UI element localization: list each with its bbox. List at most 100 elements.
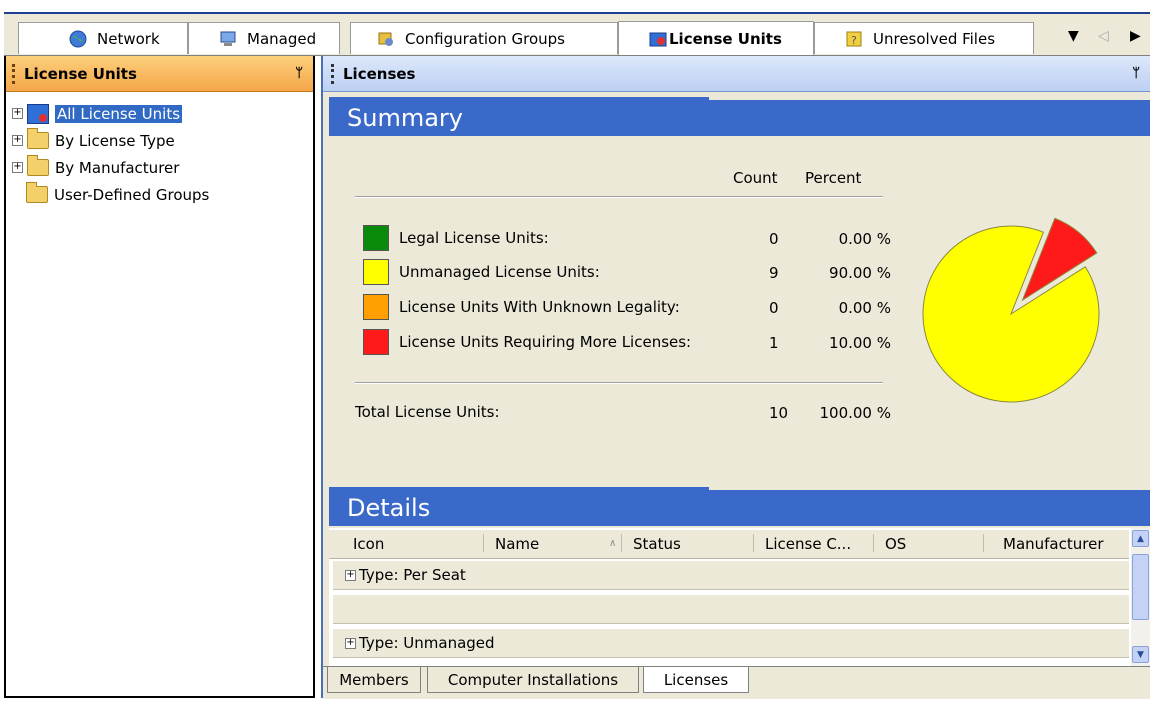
summary-row-unmanaged: Unmanaged License Units: [363,258,729,286]
license-tree: + All License Units + By License Type + … [12,100,209,208]
application-window: Network Managed Configuration Groups Lic… [0,0,1154,701]
summary-count: 1 [769,334,779,352]
column-separator[interactable] [621,534,622,552]
summary-heading: Summary [329,97,1150,136]
column-separator[interactable] [753,534,754,552]
divider [355,196,883,198]
group-label: Type: Per Seat [359,566,466,584]
sort-ascending-icon: ∧ [609,538,617,549]
tab-computer-installations[interactable]: Computer Installations [427,667,639,693]
tree-item-all-license-units[interactable]: + All License Units [12,100,209,127]
tab-unresolved-files[interactable]: ? Unresolved Files [814,22,1034,54]
grip-icon[interactable] [331,63,337,84]
details-table: Icon Name ∧ Status License C... OS Manuf… [329,528,1150,666]
group-row-unmanaged[interactable]: + Type: Unmanaged [333,628,1129,658]
tree-item-by-license-type[interactable]: + By License Type [12,127,209,154]
group-row-per-seat[interactable]: + Type: Per Seat [333,560,1129,590]
details-vertical-scrollbar[interactable]: ▲ ▼ [1131,528,1150,666]
tab-configuration-groups-label: Configuration Groups [405,29,565,48]
license-units-panel: License Units ᛘ + All License Units + By… [4,56,315,698]
expand-icon[interactable]: + [12,108,23,119]
legend-swatch [363,259,389,285]
folder-icon [26,182,48,203]
expand-icon[interactable]: + [345,637,356,649]
summary-label: License Units Requiring More Licenses: [399,333,692,351]
svg-text:?: ? [851,34,857,47]
group-row-empty [333,594,1129,624]
scroll-thumb[interactable] [1132,554,1149,620]
tab-members[interactable]: Members [327,667,421,693]
column-header-icon[interactable]: Icon [353,535,384,553]
tree-item-label: All License Units [55,104,183,123]
tab-managed[interactable]: Managed [188,22,340,54]
column-header-os[interactable]: OS [885,535,906,553]
legend-swatch [363,294,389,320]
tab-network-label: Network [97,29,160,48]
details-heading: Details [329,487,1150,526]
grip-icon[interactable] [12,63,18,84]
column-separator[interactable] [873,534,874,552]
column-header-license-count[interactable]: License C... [765,535,851,553]
tab-list-dropdown-icon[interactable]: ▼ [1068,28,1079,44]
pin-icon[interactable]: ᛘ [295,66,303,81]
right-panel-title: Licenses [343,64,416,83]
scroll-right-icon[interactable]: ▶ [1130,28,1141,44]
summary-percent: 90.00 % [829,264,891,282]
divider [355,382,883,384]
summary-label: Unmanaged License Units: [399,263,600,281]
percent-column-header: Percent [805,169,862,187]
tab-configuration-groups[interactable]: Configuration Groups [350,22,618,54]
config-icon [378,32,393,46]
pin-icon[interactable]: ᛘ [1132,66,1140,81]
summary-label: License Units With Unknown Legality: [399,298,680,316]
scroll-up-icon[interactable]: ▲ [1132,530,1149,547]
tree-item-label: User-Defined Groups [54,185,210,204]
summary-row-unknown-legality: License Units With Unknown Legality: [363,293,729,321]
globe-icon [69,30,87,47]
column-header-status[interactable]: Status [633,535,681,553]
count-column-header: Count [733,169,778,187]
tree-item-user-defined-groups[interactable]: User-Defined Groups [12,181,209,208]
column-header-manufacturer[interactable]: Manufacturer [1003,535,1104,553]
left-panel-header: License Units ᛘ [6,56,313,92]
tab-license-units-label: License Units [669,29,782,48]
folder-icon [27,155,49,176]
tab-license-units[interactable]: License Units [618,21,814,55]
column-header-name[interactable]: Name [495,535,539,553]
tab-licenses[interactable]: Licenses [643,667,749,693]
tab-managed-label: Managed [247,29,317,48]
total-label: Total License Units: [355,403,500,421]
column-separator[interactable] [483,534,484,552]
expand-icon[interactable]: + [345,569,356,581]
summary-section: Count Percent Legal License Units: 0 0.0… [329,144,1150,488]
tab-network[interactable]: Network [18,22,188,54]
expand-icon[interactable]: + [12,135,23,146]
legend-swatch [363,225,389,251]
details-table-header: Icon Name ∧ Status License C... OS Manuf… [329,530,1129,559]
summary-percent: 0.00 % [838,299,891,317]
scroll-left-icon[interactable]: ◁ [1098,28,1109,44]
unresolved-icon: ? [846,31,862,47]
license-units-icon [649,32,667,46]
tree-item-by-manufacturer[interactable]: + By Manufacturer [12,154,209,181]
summary-row-legal: Legal License Units: [363,224,729,252]
license-pie-chart [922,217,1100,403]
summary-label: Legal License Units: [399,229,549,247]
summary-percent: 10.00 % [829,334,891,352]
legend-swatch [363,329,389,355]
folder-icon [27,128,49,149]
total-count: 10 [769,404,789,422]
summary-count: 9 [769,264,779,282]
tree-item-label: By License Type [55,131,175,150]
bottom-tab-strip: Members Computer Installations Licenses [323,666,1150,699]
license-units-icon [27,103,49,124]
tab-unresolved-files-label: Unresolved Files [873,29,996,48]
left-panel-title: License Units [24,64,137,83]
summary-count: 0 [769,230,779,248]
column-separator[interactable] [983,534,984,552]
group-label: Type: Unmanaged [359,634,495,652]
tree-item-label: By Manufacturer [55,158,180,177]
scroll-down-icon[interactable]: ▼ [1132,646,1149,663]
licenses-panel: Licenses ᛘ Summary Count Percent Legal L… [321,56,1150,699]
expand-icon[interactable]: + [12,162,23,173]
